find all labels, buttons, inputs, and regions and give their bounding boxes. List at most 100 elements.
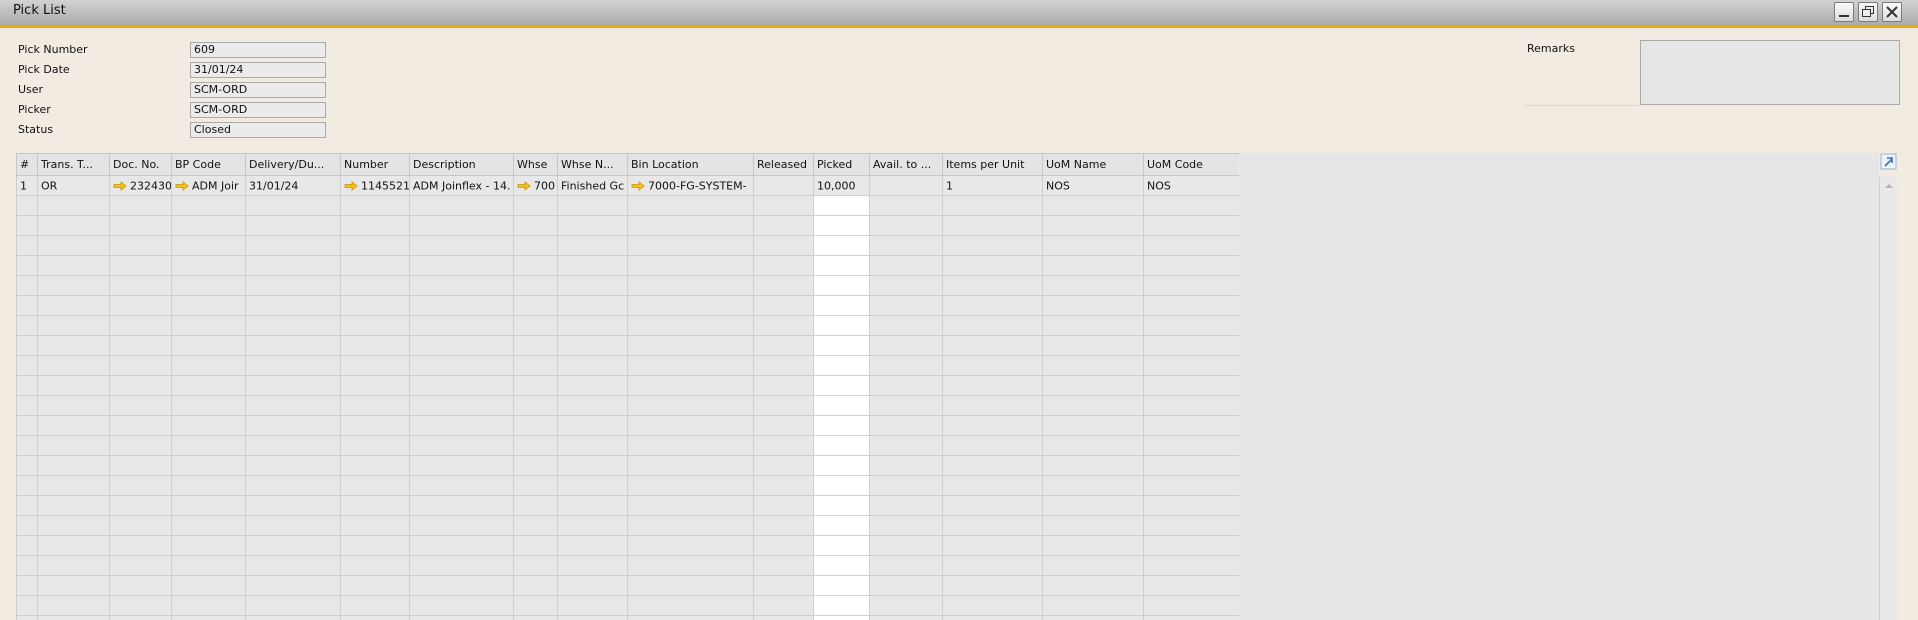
empty-cell[interactable] [16,195,38,216]
empty-row[interactable] [16,275,1239,296]
empty-cell[interactable] [409,355,514,376]
empty-cell[interactable] [1042,515,1144,536]
cell-bp-code[interactable]: ADM Joir [171,175,246,196]
empty-cell[interactable] [171,355,246,376]
empty-cell[interactable] [409,195,514,216]
empty-cell[interactable] [627,395,754,416]
empty-cell[interactable] [340,515,410,536]
cell-items-per-unit[interactable]: 1 [942,175,1043,196]
empty-cell[interactable] [409,395,514,416]
empty-cell[interactable] [753,515,814,536]
empty-cell[interactable] [37,475,110,496]
empty-cell[interactable] [513,395,558,416]
empty-cell[interactable] [109,555,172,576]
empty-cell[interactable] [340,275,410,296]
empty-cell[interactable] [245,475,341,496]
empty-cell[interactable] [813,395,870,416]
empty-cell[interactable] [557,375,628,396]
empty-cell[interactable] [557,195,628,216]
column-header[interactable]: Number [340,153,410,176]
empty-cell[interactable] [245,375,341,396]
empty-cell[interactable] [942,335,1043,356]
vertical-scrollbar[interactable] [1879,177,1898,620]
empty-cell[interactable] [1042,435,1144,456]
empty-cell[interactable] [627,315,754,336]
empty-cell[interactable] [1143,235,1239,256]
empty-cell[interactable] [1143,455,1239,476]
empty-cell[interactable] [340,255,410,276]
empty-cell[interactable] [37,415,110,436]
empty-cell[interactable] [409,495,514,516]
empty-cell[interactable] [409,535,514,556]
empty-cell[interactable] [1143,335,1239,356]
empty-cell[interactable] [245,515,341,536]
empty-cell[interactable] [16,615,38,620]
empty-cell[interactable] [409,435,514,456]
column-header[interactable]: Whse N... [557,153,628,176]
empty-cell[interactable] [37,455,110,476]
empty-cell[interactable] [627,195,754,216]
empty-cell[interactable] [1143,295,1239,316]
empty-cell[interactable] [513,555,558,576]
empty-cell[interactable] [37,495,110,516]
empty-cell[interactable] [16,255,38,276]
empty-cell[interactable] [245,215,341,236]
empty-row[interactable] [16,555,1239,576]
empty-cell[interactable] [37,255,110,276]
empty-cell[interactable] [340,195,410,216]
empty-cell[interactable] [627,455,754,476]
cell-num[interactable]: 1 [16,175,38,196]
empty-cell[interactable] [753,395,814,416]
empty-cell[interactable] [557,415,628,436]
link-arrow-icon[interactable] [631,180,645,191]
empty-cell[interactable] [869,295,943,316]
empty-cell[interactable] [513,355,558,376]
empty-cell[interactable] [16,555,38,576]
empty-cell[interactable] [869,255,943,276]
empty-cell[interactable] [340,355,410,376]
empty-cell[interactable] [37,335,110,356]
empty-cell[interactable] [409,375,514,396]
empty-cell[interactable] [753,495,814,516]
empty-cell[interactable] [942,315,1043,336]
empty-cell[interactable] [37,295,110,316]
empty-cell[interactable] [340,295,410,316]
empty-cell[interactable] [340,615,410,620]
empty-cell[interactable] [16,395,38,416]
field-value[interactable]: 609 [190,42,326,58]
empty-cell[interactable] [171,455,246,476]
empty-cell[interactable] [557,315,628,336]
empty-cell[interactable] [171,215,246,236]
empty-cell[interactable] [557,395,628,416]
empty-cell[interactable] [1143,575,1239,596]
empty-cell[interactable] [109,535,172,556]
empty-cell[interactable] [109,335,172,356]
empty-cell[interactable] [171,555,246,576]
empty-cell[interactable] [869,475,943,496]
empty-cell[interactable] [942,415,1043,436]
empty-cell[interactable] [109,455,172,476]
empty-cell[interactable] [1143,375,1239,396]
empty-cell[interactable] [869,515,943,536]
empty-cell[interactable] [1042,375,1144,396]
empty-cell[interactable] [245,495,341,516]
empty-row[interactable] [16,195,1239,216]
empty-cell[interactable] [109,415,172,436]
empty-cell[interactable] [171,395,246,416]
empty-cell[interactable] [1042,555,1144,576]
column-header[interactable]: UoM Code [1143,153,1239,176]
empty-cell[interactable] [942,515,1043,536]
empty-cell[interactable] [409,315,514,336]
empty-cell[interactable] [557,275,628,296]
empty-cell[interactable] [1042,535,1144,556]
empty-cell[interactable] [409,415,514,436]
empty-cell[interactable] [557,615,628,620]
empty-cell[interactable] [171,435,246,456]
empty-cell[interactable] [16,475,38,496]
empty-cell[interactable] [245,555,341,576]
empty-cell[interactable] [1143,615,1239,620]
empty-cell[interactable] [813,215,870,236]
empty-cell[interactable] [245,575,341,596]
cell-avail[interactable] [869,175,943,196]
column-header[interactable]: Items per Unit [942,153,1043,176]
